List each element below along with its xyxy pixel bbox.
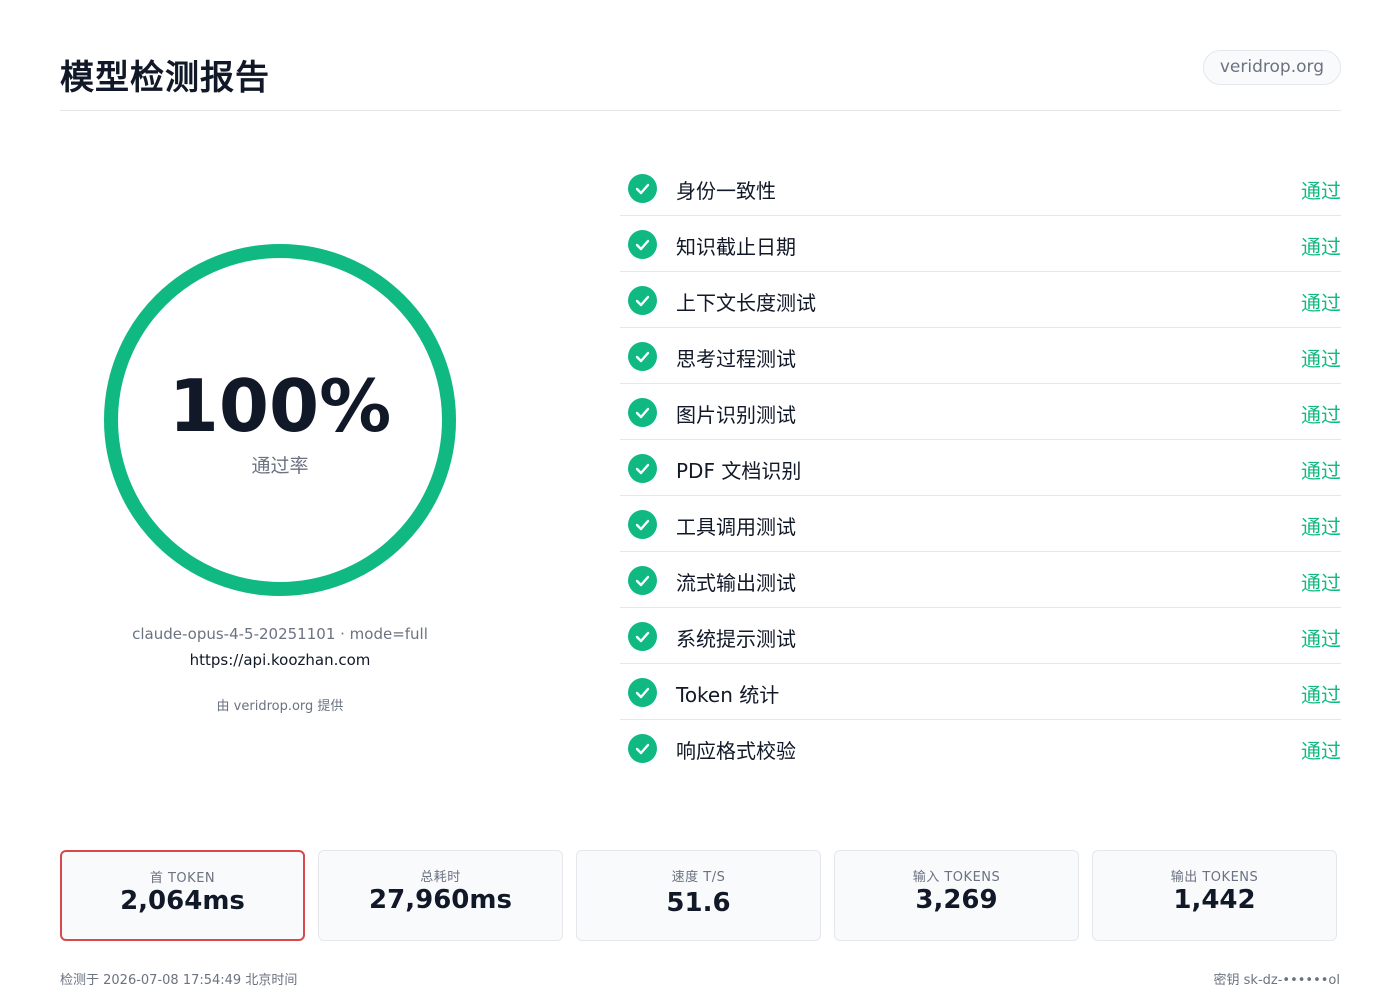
stat-value: 27,960ms	[369, 885, 512, 915]
check-icon	[628, 398, 657, 427]
check-row: 响应格式校验 通过	[620, 720, 1341, 776]
check-status: 通过	[1301, 739, 1341, 763]
stat-card-first-token: 首 TOKEN 2,064ms	[60, 850, 305, 941]
check-row: 系统提示测试 通过	[620, 608, 1341, 664]
check-row: PDF 文档识别 通过	[620, 440, 1341, 496]
pass-rate-gauge: 100% 通过率	[100, 240, 460, 600]
check-label: 上下文长度测试	[676, 291, 816, 315]
check-status: 通过	[1301, 515, 1341, 539]
check-status: 通过	[1301, 179, 1341, 203]
stat-label: 首 TOKEN	[149, 871, 216, 886]
stat-card-output-tokens: 输出 TOKENS 1,442	[1092, 850, 1337, 941]
check-label: 知识截止日期	[676, 235, 796, 259]
check-icon	[628, 510, 657, 539]
check-icon	[628, 734, 657, 763]
check-status: 通过	[1301, 683, 1341, 707]
check-status: 通过	[1301, 291, 1341, 315]
check-label: 响应格式校验	[676, 739, 796, 763]
stat-card-input-tokens: 输入 TOKENS 3,269	[834, 850, 1079, 941]
check-row: 知识截止日期 通过	[620, 216, 1341, 272]
check-label: 系统提示测试	[676, 627, 796, 651]
api-key-footer: 密钥 sk-dz-••••••ol	[1213, 973, 1340, 988]
stat-value: 1,442	[1173, 885, 1256, 915]
check-list: 身份一致性 通过 知识截止日期 通过 上下文长度测试 通过 思考过程测试 通过 …	[620, 160, 1341, 776]
powered-by: 由 veridrop.org 提供	[216, 699, 344, 714]
stat-label: 输出 TOKENS	[1170, 870, 1259, 885]
check-icon	[628, 342, 657, 371]
pass-rate-value: 100%	[168, 364, 392, 448]
check-label: 图片识别测试	[676, 403, 796, 427]
check-icon	[628, 678, 657, 707]
check-icon	[628, 566, 657, 595]
check-row: 图片识别测试 通过	[620, 384, 1341, 440]
stat-card-speed: 速度 T/S 51.6	[576, 850, 821, 941]
check-icon	[628, 230, 657, 259]
check-row: 流式输出测试 通过	[620, 552, 1341, 608]
check-icon	[628, 174, 657, 203]
stat-value: 2,064ms	[120, 886, 245, 916]
check-label: 思考过程测试	[676, 347, 796, 371]
stat-value: 51.6	[666, 888, 731, 918]
stat-label: 总耗时	[420, 870, 461, 885]
check-label: PDF 文档识别	[676, 459, 802, 483]
page-title: 模型检测报告	[60, 58, 270, 98]
domain-badge[interactable]: veridrop.org	[1202, 50, 1341, 85]
check-label: 身份一致性	[676, 179, 776, 203]
check-row: 上下文长度测试 通过	[620, 272, 1341, 328]
stat-label: 输入 TOKENS	[912, 870, 1001, 885]
check-status: 通过	[1301, 571, 1341, 595]
model-info: claude-opus-4-5-20251101 · mode=full	[132, 625, 428, 643]
pass-rate-caption: 通过率	[251, 455, 309, 477]
check-icon	[628, 622, 657, 651]
stat-label: 速度 T/S	[671, 870, 726, 885]
check-status: 通过	[1301, 459, 1341, 483]
check-status: 通过	[1301, 627, 1341, 651]
report-header: 模型检测报告 veridrop.org	[60, 48, 1341, 111]
check-label: 工具调用测试	[676, 515, 796, 539]
check-status: 通过	[1301, 235, 1341, 259]
check-status: 通过	[1301, 347, 1341, 371]
check-label: Token 统计	[676, 683, 780, 707]
timestamp-footer: 检测于 2026-07-08 17:54:49 北京时间	[60, 973, 298, 988]
check-row: 身份一致性 通过	[620, 160, 1341, 216]
check-row: 思考过程测试 通过	[620, 328, 1341, 384]
check-status: 通过	[1301, 403, 1341, 427]
stats-bar: 首 TOKEN 2,064ms 总耗时 27,960ms 速度 T/S 51.6…	[60, 850, 1341, 941]
check-row: Token 统计 通过	[620, 664, 1341, 720]
check-icon	[628, 454, 657, 483]
check-label: 流式输出测试	[676, 571, 796, 595]
check-icon	[628, 286, 657, 315]
stat-value: 3,269	[915, 885, 998, 915]
stat-card-total-time: 总耗时 27,960ms	[318, 850, 563, 941]
api-url[interactable]: https://api.koozhan.com	[60, 651, 500, 669]
check-row: 工具调用测试 通过	[620, 496, 1341, 552]
